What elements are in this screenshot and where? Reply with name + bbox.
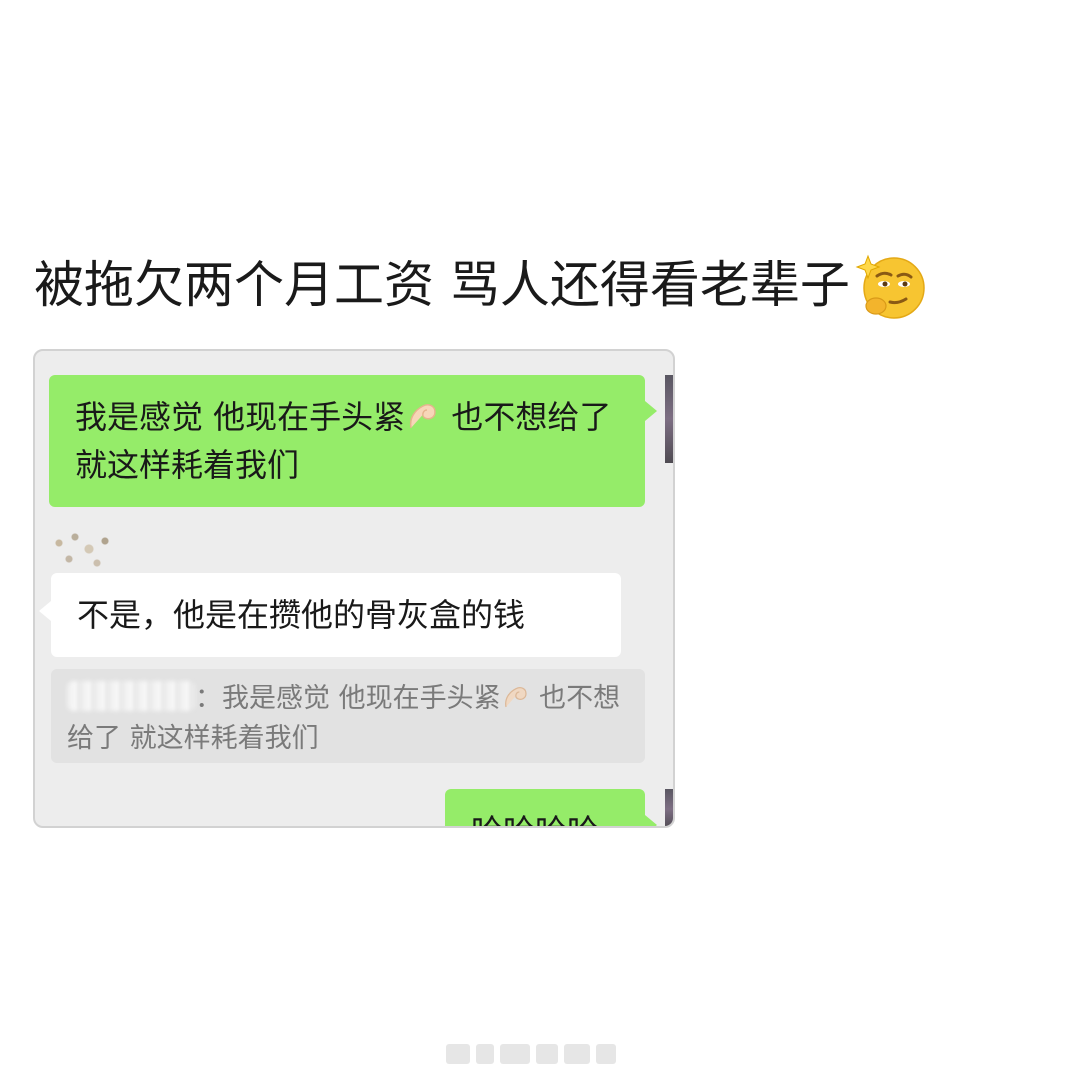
quoted-reply: ：我是感觉 他现在手头紧 也不想给了 就这样耗着我们 xyxy=(51,669,645,763)
incoming-message-bubble: 不是，他是在攒他的骨灰盒的钱 xyxy=(39,573,621,657)
message-text: 我是感觉 他现在手头紧 xyxy=(75,398,406,436)
quote-text: 我是感觉 他现在手头紧 xyxy=(222,683,501,714)
chat-screenshot: 我是感觉 他现在手头紧 也不想给了 就这样耗着我们 不是，他是在攒他的骨灰盒的钱… xyxy=(33,349,675,828)
sender-avatar xyxy=(49,529,119,571)
thinking-face-emoji-icon xyxy=(855,254,925,319)
headline-text: 被拖欠两个月工资 骂人还得看老辈子 xyxy=(34,256,850,314)
outgoing-message-bubble: 哈哈哈哈 xyxy=(445,789,657,826)
pinched-fingers-icon xyxy=(410,404,436,429)
watermark xyxy=(446,1040,634,1068)
blurred-sender-name xyxy=(67,681,195,711)
message-text: 哈哈哈哈 xyxy=(471,812,599,826)
message-text: 不是，他是在攒他的骨灰盒的钱 xyxy=(77,596,526,634)
avatar xyxy=(665,375,673,463)
avatar xyxy=(665,789,673,826)
outgoing-message-bubble: 我是感觉 他现在手头紧 也不想给了 就这样耗着我们 xyxy=(49,375,657,507)
quote-separator: ： xyxy=(195,683,222,714)
pinched-fingers-icon xyxy=(504,687,527,708)
headline: 被拖欠两个月工资 骂人还得看老辈子 xyxy=(34,248,928,322)
